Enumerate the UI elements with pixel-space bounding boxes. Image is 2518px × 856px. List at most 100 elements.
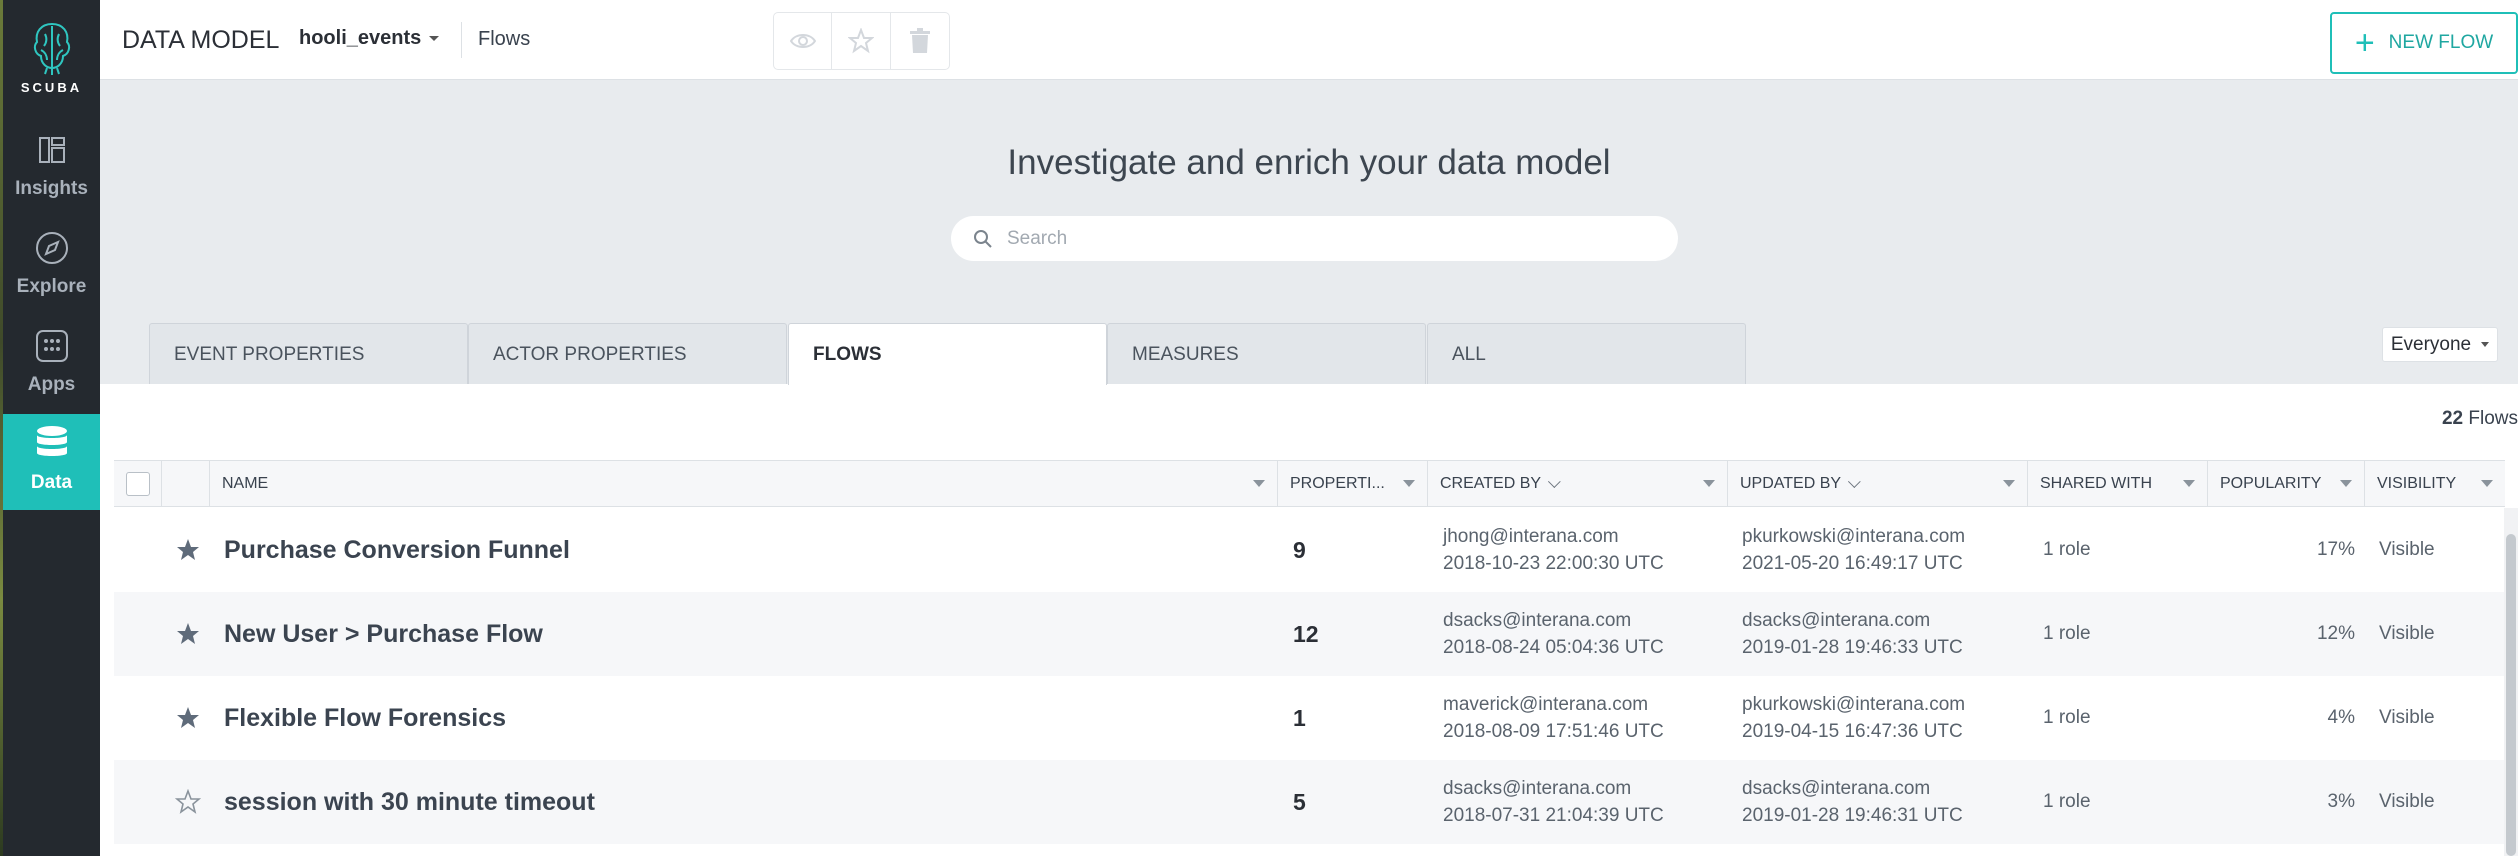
created-by-email: dsacks@interana.com: [1443, 778, 1632, 799]
flow-name[interactable]: Flexible Flow Forensics: [224, 676, 506, 760]
sidebar-item-explore[interactable]: Explore: [3, 218, 100, 314]
tab-measures[interactable]: MEASURES: [1107, 323, 1426, 385]
table-row[interactable]: Flexible Flow Forensics 1 maverick@inter…: [114, 676, 2505, 760]
flow-name[interactable]: Purchase Conversion Funnel: [224, 508, 570, 592]
updated-at: 2019-01-28 19:46:33 UTC: [1742, 637, 1963, 658]
column-header-popularity[interactable]: POPULARITY: [2208, 461, 2365, 507]
column-header-updated-by[interactable]: UPDATED BY: [1728, 461, 2028, 507]
star-toggle[interactable]: [173, 508, 203, 592]
created-at: 2018-08-24 05:04:36 UTC: [1443, 637, 1664, 658]
star-toggle[interactable]: [173, 760, 203, 844]
column-header-created-by[interactable]: CREATED BY: [1428, 461, 1728, 507]
apps-grid-icon: [32, 326, 72, 366]
sort-caret-icon[interactable]: [1253, 480, 1265, 487]
flow-name[interactable]: New User > Purchase Flow: [224, 592, 543, 676]
caret-down-icon: [2481, 342, 2490, 347]
star-filled-icon[interactable]: [175, 621, 201, 647]
sidebar-item-insights[interactable]: Insights: [3, 120, 100, 216]
search-input[interactable]: [1007, 227, 1647, 250]
popularity: 12%: [2316, 623, 2355, 644]
logo-text: SCUBA: [20, 80, 83, 95]
table-row[interactable]: New User > Purchase Flow 12 dsacks@inter…: [114, 592, 2505, 676]
shared-with[interactable]: 1 role: [2043, 760, 2091, 844]
created-by-email: dsacks@interana.com: [1443, 610, 1632, 631]
result-count: 22 Flows: [2442, 408, 2518, 430]
tab-actor-properties[interactable]: ACTOR PROPERTIES: [468, 323, 787, 385]
search-box[interactable]: [951, 216, 1678, 261]
sort-caret-icon[interactable]: [2340, 480, 2352, 487]
hero-title: Investigate and enrich your data model: [1007, 143, 1611, 182]
chevron-down-icon[interactable]: [1848, 474, 1861, 488]
scrollbar-thumb[interactable]: [2506, 534, 2516, 856]
dataset-selector[interactable]: hooli_events: [299, 27, 440, 50]
shared-with[interactable]: 1 role: [2043, 592, 2091, 676]
sort-caret-icon[interactable]: [1703, 480, 1715, 487]
select-all-checkbox[interactable]: [126, 472, 150, 496]
search-icon: [974, 229, 992, 248]
flow-name[interactable]: session with 30 minute timeout: [224, 760, 595, 844]
sidebar-item-data[interactable]: Data: [3, 414, 100, 510]
select-all-cell: [114, 461, 162, 507]
sidebar-item-label: Explore: [16, 276, 87, 297]
breadcrumb-divider: [461, 22, 462, 58]
column-label: UPDATED BY: [1740, 475, 1842, 492]
tab-flows[interactable]: FLOWS: [788, 323, 1107, 385]
column-label: PROPERTI...: [1290, 475, 1385, 492]
sort-caret-icon[interactable]: [2003, 480, 2015, 487]
visibility: Visible: [2379, 623, 2435, 644]
column-header-name[interactable]: NAME: [210, 461, 1278, 507]
created-by-cell: dsacks@interana.com 2018-08-24 05:04:36 …: [1443, 592, 1664, 676]
favorite-button[interactable]: [832, 13, 891, 69]
star-outline-icon[interactable]: [175, 789, 201, 815]
star-filled-icon[interactable]: [175, 705, 201, 731]
table-header: NAME PROPERTI... CREATED BY UPDATED BY S…: [114, 460, 2505, 507]
breadcrumb[interactable]: Flows: [478, 28, 530, 51]
visibility: Visible: [2379, 539, 2435, 560]
tab-all[interactable]: ALL: [1427, 323, 1746, 385]
table-row[interactable]: Purchase Conversion Funnel 9 jhong@inter…: [114, 508, 2505, 592]
table-scrollbar[interactable]: [2504, 508, 2518, 856]
column-header-shared-with[interactable]: SHARED WITH: [2028, 461, 2208, 507]
eye-icon: [789, 34, 816, 48]
shared-with[interactable]: 1 role: [2043, 508, 2091, 592]
visibility: Visible: [2379, 707, 2435, 728]
property-count: 5: [1293, 788, 1306, 815]
column-label: NAME: [222, 475, 269, 492]
new-flow-button[interactable]: + NEW FLOW: [2330, 12, 2518, 74]
delete-button[interactable]: [891, 13, 949, 69]
tab-label: FLOWS: [813, 343, 882, 365]
audience-filter[interactable]: Everyone: [2382, 327, 2498, 362]
sidebar-item-label: Apps: [27, 374, 76, 395]
star-filled-icon[interactable]: [175, 537, 201, 563]
star-toggle[interactable]: [173, 676, 203, 760]
tab-event-properties[interactable]: EVENT PROPERTIES: [149, 323, 468, 385]
plus-icon: +: [2354, 24, 2375, 62]
updated-by-cell: dsacks@interana.com 2019-01-28 19:46:33 …: [1742, 592, 1963, 676]
flows-panel: 22 Flows NAME PROPERTI... CREATED BY UPD…: [100, 384, 2518, 856]
scuba-logo-icon: [33, 22, 70, 75]
logo[interactable]: SCUBA: [3, 0, 100, 120]
table-row[interactable]: session with 30 minute timeout 5 dsacks@…: [114, 760, 2505, 844]
updated-by-email: dsacks@interana.com: [1742, 778, 1931, 799]
sidebar: SCUBA Insights Explore Apps Data: [0, 0, 100, 856]
updated-by-cell: pkurkowski@interana.com 2019-04-15 16:47…: [1742, 676, 1965, 760]
created-by-email: jhong@interana.com: [1443, 526, 1619, 547]
star-toggle[interactable]: [173, 592, 203, 676]
updated-by-email: dsacks@interana.com: [1742, 610, 1931, 631]
audience-label: Everyone: [2390, 333, 2472, 355]
sort-caret-icon[interactable]: [1403, 480, 1415, 487]
sort-caret-icon[interactable]: [2183, 480, 2195, 487]
shared-with[interactable]: 1 role: [2043, 676, 2091, 760]
sidebar-item-label: Insights: [15, 178, 88, 199]
updated-at: 2019-01-28 19:46:31 UTC: [1742, 805, 1963, 826]
property-count: 12: [1293, 620, 1319, 647]
watch-button[interactable]: [774, 13, 833, 69]
column-header-properties[interactable]: PROPERTI...: [1278, 461, 1428, 507]
chevron-down-icon[interactable]: [1548, 474, 1561, 488]
created-by-cell: dsacks@interana.com 2018-07-31 21:04:39 …: [1443, 760, 1664, 844]
column-header-visibility[interactable]: VISIBILITY: [2365, 461, 2505, 507]
sidebar-item-apps[interactable]: Apps: [3, 316, 100, 412]
updated-by-email: pkurkowski@interana.com: [1742, 526, 1966, 547]
updated-by-cell: dsacks@interana.com 2019-01-28 19:46:31 …: [1742, 760, 1963, 844]
sort-caret-icon[interactable]: [2481, 480, 2493, 487]
